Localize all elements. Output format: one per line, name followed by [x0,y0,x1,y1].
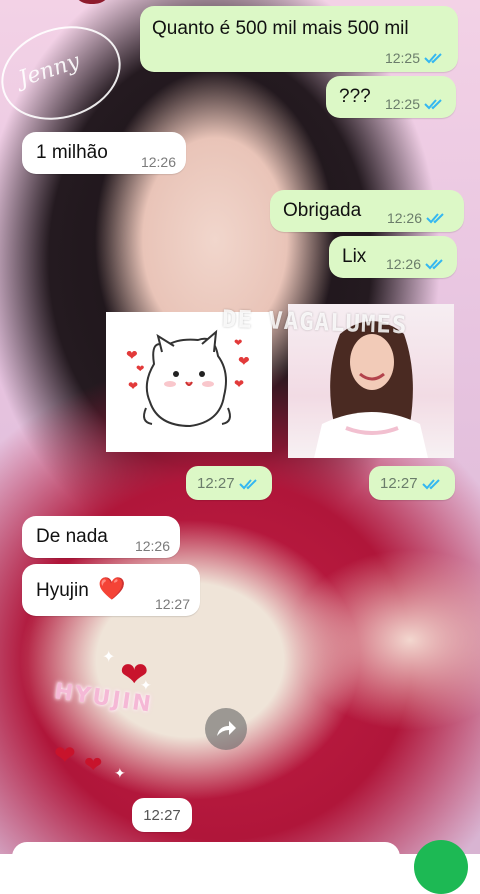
svg-text:❤: ❤ [238,353,250,369]
message-text-content: Hyujin [36,580,89,601]
double-check-icon [424,99,442,110]
double-check-icon [424,53,442,64]
message-time: 12:26 [385,256,421,272]
svg-text:✦: ✦ [102,649,115,666]
message-time: 12:26 [140,154,176,170]
double-check-icon [425,259,443,270]
message-time: 12:26 [134,538,170,554]
incoming-message[interactable]: De nada 12:26 [22,516,180,558]
message-text: 1 milhão [36,142,108,163]
forward-icon [217,721,236,736]
heart-sparkles-illustration: ✦ ❤ ✦ ❤ ❤ ✦ [54,649,152,781]
message-text: Obrigada [283,200,362,221]
message-time: 12:27 [143,806,181,824]
message-time: 12:27 [154,596,190,612]
double-check-icon [426,213,444,224]
incoming-message[interactable]: Hyujin ❤️ 12:27 [22,564,200,616]
svg-text:❤: ❤ [234,338,242,349]
message-time: 12:26 [386,210,422,226]
outgoing-message[interactable]: Obrigada 12:26 [270,190,464,232]
message-meta: 12:27 [197,475,261,492]
svg-text:❤: ❤ [128,379,138,393]
message-time: 12:27 [197,475,235,492]
message-meta: 12:26 [387,210,448,226]
double-check-icon [238,478,257,489]
outgoing-message[interactable]: Lix 12:26 [329,236,457,278]
svg-text:❤: ❤ [54,740,76,770]
message-meta: 12:26 [141,154,176,170]
svg-text:✦: ✦ [114,765,126,781]
message-time: 12:25 [384,50,420,66]
double-check-icon [421,478,440,489]
sticker-time-badge: 12:27 [132,798,192,832]
message-meta: 12:27 [155,596,190,612]
outgoing-message[interactable]: ??? 12:25 [326,76,456,118]
incoming-message[interactable]: 1 milhão 12:26 [22,132,186,174]
message-time: 12:27 [380,475,418,492]
svg-text:❤: ❤ [136,364,144,375]
message-meta: 12:27 [380,475,444,492]
sticker-time-badge: 12:27 [186,466,272,500]
avatar [72,0,112,4]
outgoing-message[interactable]: Quanto é 500 mil mais 500 mil 12:25 [140,6,458,72]
message-text: Lix [342,246,367,267]
svg-text:❤: ❤ [126,347,138,363]
forward-button[interactable] [205,708,247,750]
message-text: Hyujin ❤️ [36,576,126,602]
mic-button[interactable] [414,840,468,894]
message-input[interactable] [12,842,400,872]
message-text: ??? [339,86,371,107]
message-meta: 12:25 [385,50,446,66]
message-meta: 12:25 [385,96,446,112]
sticker-time-badge: 12:27 [369,466,455,500]
svg-text:❤: ❤ [234,377,244,391]
message-meta: 12:26 [386,256,447,272]
message-text: Quanto é 500 mil mais 500 mil [152,18,409,39]
svg-text:❤: ❤ [84,752,102,777]
message-meta: 12:26 [135,538,170,554]
message-text: De nada [36,526,108,547]
red-heart-emoji: ❤️ [98,576,126,601]
message-time: 12:25 [384,96,420,112]
hyujin-hearts-sticker[interactable]: ✦ ❤ ✦ ❤ ❤ ✦ [40,646,190,786]
